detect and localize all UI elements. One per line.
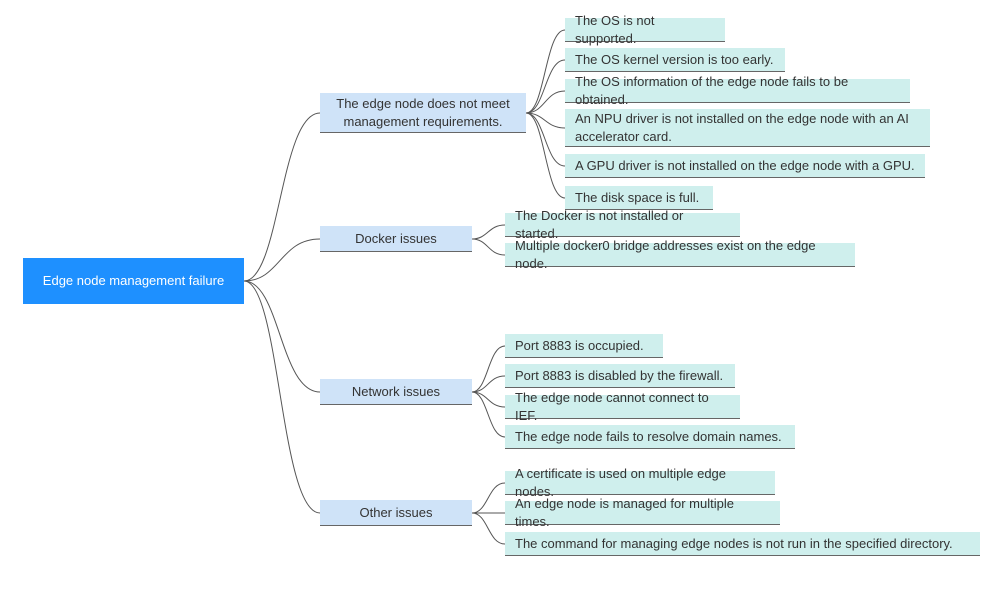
leaf-label: An NPU driver is not installed on the ed… — [575, 110, 920, 145]
leaf-node: Multiple docker0 bridge addresses exist … — [505, 243, 855, 267]
leaf-label: The edge node fails to resolve domain na… — [515, 428, 782, 446]
leaf-label: The edge node cannot connect to IEF. — [515, 389, 730, 424]
leaf-node: The OS information of the edge node fail… — [565, 79, 910, 103]
leaf-node: The edge node fails to resolve domain na… — [505, 425, 795, 449]
leaf-label: Port 8883 is occupied. — [515, 337, 644, 355]
branch-label: Other issues — [360, 504, 433, 522]
branch-node-network: Network issues — [320, 379, 472, 405]
leaf-node: The command for managing edge nodes is n… — [505, 532, 980, 556]
leaf-label: The OS is not supported. — [575, 12, 715, 47]
leaf-label: An edge node is managed for multiple tim… — [515, 495, 770, 530]
branch-node-requirements: The edge node does not meet management r… — [320, 93, 526, 133]
leaf-node: A certificate is used on multiple edge n… — [505, 471, 775, 495]
root-node: Edge node management failure — [23, 258, 244, 304]
leaf-node: The Docker is not installed or started. — [505, 213, 740, 237]
leaf-node: An NPU driver is not installed on the ed… — [565, 109, 930, 147]
leaf-node: Port 8883 is occupied. — [505, 334, 663, 358]
branch-label: The edge node does not meet management r… — [330, 95, 516, 130]
branch-node-docker: Docker issues — [320, 226, 472, 252]
leaf-label: Multiple docker0 bridge addresses exist … — [515, 237, 845, 272]
branch-node-other: Other issues — [320, 500, 472, 526]
leaf-node: The edge node cannot connect to IEF. — [505, 395, 740, 419]
leaf-label: The disk space is full. — [575, 189, 699, 207]
root-label: Edge node management failure — [43, 272, 224, 290]
leaf-node: The OS kernel version is too early. — [565, 48, 785, 72]
leaf-label: A GPU driver is not installed on the edg… — [575, 157, 915, 175]
leaf-node: Port 8883 is disabled by the firewall. — [505, 364, 735, 388]
leaf-label: The OS kernel version is too early. — [575, 51, 773, 69]
branch-label: Network issues — [352, 383, 440, 401]
leaf-label: The OS information of the edge node fail… — [575, 73, 900, 108]
leaf-node: A GPU driver is not installed on the edg… — [565, 154, 925, 178]
branch-label: Docker issues — [355, 230, 437, 248]
leaf-label: The command for managing edge nodes is n… — [515, 535, 953, 553]
leaf-label: Port 8883 is disabled by the firewall. — [515, 367, 723, 385]
leaf-node: The OS is not supported. — [565, 18, 725, 42]
leaf-node: An edge node is managed for multiple tim… — [505, 501, 780, 525]
